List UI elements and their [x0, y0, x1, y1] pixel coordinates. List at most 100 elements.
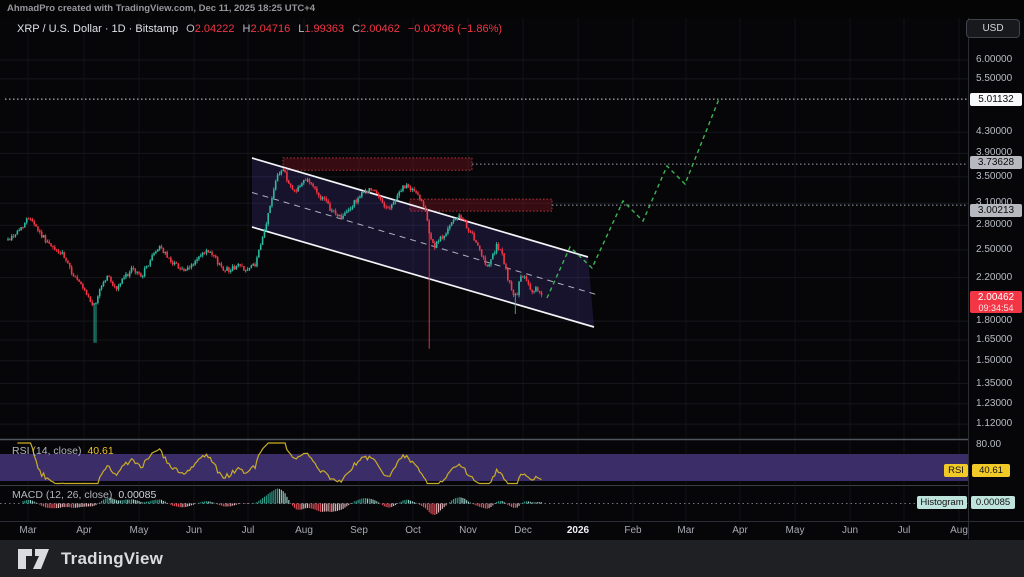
- candle-body: [275, 181, 277, 189]
- candle-body: [90, 297, 92, 302]
- time-axis[interactable]: MarAprMayJunJulAugSepOctNovDec2026FebMar…: [0, 522, 968, 539]
- candle-body: [359, 197, 361, 198]
- candle-body: [423, 202, 425, 207]
- candle-body: [131, 268, 133, 272]
- candle-body: [151, 255, 153, 260]
- candle-body: [389, 208, 391, 209]
- candle-body: [445, 234, 447, 236]
- candle-body: [50, 243, 52, 246]
- candle-body: [501, 250, 503, 254]
- macd-histogram-bar: [479, 504, 480, 507]
- macd-histogram-bar: [223, 504, 224, 507]
- candle-body: [412, 189, 414, 190]
- candle-body: [146, 266, 148, 268]
- candle-body: [380, 197, 382, 200]
- macd-legend[interactable]: MACD (12, 26, close) 0.00085: [12, 489, 156, 501]
- candle-body: [234, 266, 236, 269]
- symbol-title[interactable]: XRP / U.S. Dollar · 1D · Bitstamp: [17, 23, 178, 35]
- macd-histogram-bar: [86, 504, 87, 507]
- last-price-value: 2.00462: [970, 292, 1022, 303]
- candle-body: [47, 242, 49, 243]
- candle-body: [88, 295, 90, 297]
- candle-body: [60, 253, 62, 254]
- candle-body: [404, 186, 406, 188]
- candle-body: [320, 196, 322, 200]
- candle-body: [206, 250, 208, 253]
- time-tick-label: Jul: [898, 525, 911, 536]
- time-tick-label: May: [786, 525, 805, 536]
- macd-histogram-bar: [500, 501, 501, 504]
- candle-body: [410, 187, 412, 190]
- candle-body: [191, 265, 193, 268]
- candle-body: [65, 258, 67, 261]
- macd-histogram-bar: [455, 498, 456, 503]
- rsi-axis-tick: 80.00: [976, 439, 1001, 450]
- candle-body: [198, 257, 200, 260]
- macd-histogram-bar: [32, 501, 33, 504]
- macd-histogram-bar: [77, 504, 78, 508]
- candle-body: [101, 286, 103, 289]
- candle-body: [427, 210, 429, 220]
- candle-body: [54, 247, 56, 250]
- candle-body: [157, 250, 159, 252]
- macd-histogram-bar: [329, 504, 330, 513]
- candle-body: [500, 249, 502, 250]
- macd-histogram-bar: [182, 504, 183, 508]
- candle-body: [200, 255, 202, 256]
- candle-body: [26, 219, 28, 223]
- candle-body: [80, 282, 82, 285]
- macd-histogram-bar: [490, 504, 491, 508]
- candle-body: [490, 259, 492, 264]
- candle-body: [120, 283, 122, 286]
- candle-body: [498, 244, 500, 249]
- candle-body: [460, 215, 462, 218]
- macd-histogram-bar: [320, 504, 321, 512]
- macd-histogram-bar: [524, 502, 525, 504]
- candle-body: [193, 265, 195, 266]
- macd-histogram-bar: [58, 504, 59, 509]
- candle-body: [185, 270, 187, 271]
- macd-histogram-bar: [90, 504, 91, 507]
- macd-histogram-bar: [45, 504, 46, 508]
- candle-body: [382, 199, 384, 203]
- candle-body: [129, 272, 131, 276]
- candle-body: [462, 218, 464, 219]
- candle-body: [383, 203, 385, 207]
- candle-body: [125, 274, 127, 278]
- high-value: 2.04716: [250, 23, 290, 35]
- candle-body: [266, 224, 268, 230]
- macd-histogram-bar: [226, 504, 227, 507]
- candle-body: [526, 277, 528, 282]
- macd-histogram-bar: [331, 504, 332, 512]
- rsi-title: RSI (14, close): [12, 445, 81, 457]
- resistance2-price-label: 3.00213: [970, 204, 1022, 217]
- candle-body: [430, 233, 432, 239]
- candle-body: [391, 205, 393, 208]
- rsi-legend[interactable]: RSI (14, close) 40.61: [12, 445, 114, 457]
- candle-body: [30, 219, 32, 220]
- candle-body: [140, 273, 142, 277]
- histogram-badge: Histogram: [917, 496, 967, 509]
- time-tick-label: Aug: [295, 525, 313, 536]
- candle-body: [163, 248, 165, 253]
- time-tick-label: Aug: [950, 525, 968, 536]
- macd-histogram-bar: [200, 502, 201, 503]
- footer-brand-text[interactable]: TradingView: [61, 549, 163, 569]
- candle-body: [413, 189, 415, 191]
- candle-body: [116, 286, 118, 289]
- candle-body: [535, 287, 537, 291]
- macd-histogram-bar: [210, 502, 211, 504]
- macd-histogram-bar: [457, 498, 458, 504]
- candle-body: [164, 252, 166, 253]
- ohlc-low: L1.99363: [298, 23, 344, 35]
- macd-histogram-bar: [273, 490, 274, 503]
- macd-histogram-bar: [391, 504, 392, 507]
- macd-histogram-bar: [47, 504, 48, 508]
- tradingview-logo-icon[interactable]: [17, 547, 51, 571]
- candle-body: [52, 246, 54, 247]
- symbol-legend[interactable]: XRP / U.S. Dollar · 1D · Bitstamp O2.042…: [17, 21, 502, 36]
- macd-histogram-bar: [533, 502, 534, 503]
- candle-body: [361, 192, 363, 197]
- macd-histogram-bar: [54, 504, 55, 509]
- macd-histogram-bar: [82, 504, 83, 507]
